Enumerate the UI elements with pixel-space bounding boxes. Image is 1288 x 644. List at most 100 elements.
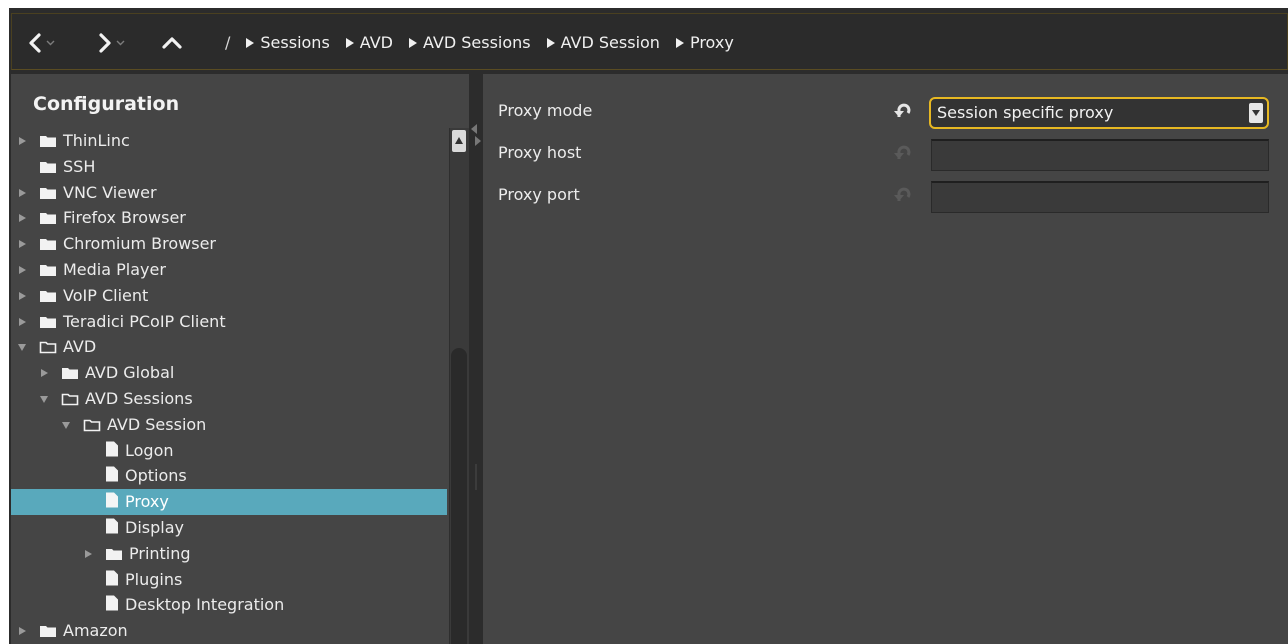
tree-item-label: VoIP Client (63, 286, 149, 305)
breadcrumb-item-avd-sessions[interactable]: AVD Sessions (408, 33, 531, 52)
triangle-right-icon (246, 37, 255, 48)
file-icon (106, 570, 118, 586)
forward-button[interactable] (98, 30, 125, 56)
tree-item-teradici-pcoip-client[interactable]: Teradici PCoIP Client (11, 309, 447, 335)
tree-item-printing[interactable]: Printing (11, 541, 447, 567)
tree-item-plugins[interactable]: Plugins (11, 567, 447, 593)
expander-collapsed-icon[interactable] (17, 188, 27, 198)
triangle-right-icon (546, 37, 555, 48)
folder-open-icon (83, 419, 101, 432)
expander-collapsed-icon[interactable] (17, 291, 27, 301)
tree-item-logon[interactable]: Logon (11, 438, 447, 464)
breadcrumb-label: AVD Sessions (422, 33, 531, 52)
file-icon (106, 441, 118, 457)
tree-item-firefox-browser[interactable]: Firefox Browser (11, 205, 447, 231)
folder-open-icon (61, 393, 79, 406)
tree-item-avd-session[interactable]: AVD Session (11, 412, 447, 438)
tree-item-label: Desktop Integration (125, 595, 285, 614)
tree-item-label: Logon (125, 441, 174, 460)
tree-item-avd-sessions[interactable]: AVD Sessions (11, 386, 447, 412)
breadcrumb-label: Proxy (689, 33, 734, 52)
proxy-mode-select[interactable]: Session specific proxy (929, 97, 1269, 129)
file-icon (106, 492, 118, 508)
proxy-mode-label: Proxy mode (498, 101, 593, 120)
proxy-port-row: Proxy port (483, 179, 1288, 213)
tree-item-options[interactable]: Options (11, 463, 447, 489)
folder-filled-icon (40, 626, 56, 637)
splitter-grip[interactable] (475, 464, 477, 490)
proxy-port-label: Proxy port (498, 185, 580, 204)
breadcrumb-item-avd-session[interactable]: AVD Session (546, 33, 660, 52)
proxy-port-input[interactable] (931, 181, 1269, 213)
scrollbar-thumb[interactable] (451, 348, 467, 644)
panel-splitter[interactable] (469, 74, 483, 644)
expander-expanded-icon[interactable] (39, 394, 49, 404)
triangle-right-icon (345, 37, 354, 48)
tree-item-avd[interactable]: AVD (11, 334, 447, 360)
tree-item-avd-global[interactable]: AVD Global (11, 360, 447, 386)
tree-item-label: Proxy (125, 492, 169, 511)
tree-item-label: SSH (63, 157, 96, 176)
folder-open-icon (39, 341, 57, 354)
expander-collapsed-icon[interactable] (17, 626, 27, 636)
breadcrumb-root[interactable]: / (225, 33, 230, 52)
dropdown-button[interactable] (1249, 103, 1263, 123)
breadcrumb-item-sessions[interactable]: Sessions (246, 33, 330, 52)
tree-item-media-player[interactable]: Media Player (11, 257, 447, 283)
expander-collapsed-icon[interactable] (17, 136, 27, 146)
reset-to-default-icon[interactable] (893, 102, 913, 120)
tree-item-ssh[interactable]: SSH (11, 154, 447, 180)
expand-right-icon[interactable] (475, 136, 481, 146)
proxy-host-row: Proxy host (483, 137, 1288, 171)
tree-item-label: AVD (63, 337, 97, 356)
expander-collapsed-icon[interactable] (17, 239, 27, 249)
back-button[interactable] (28, 30, 55, 56)
triangle-right-icon (675, 37, 684, 48)
tree-item-label: Options (125, 466, 187, 485)
tree-item-desktop-integration[interactable]: Desktop Integration (11, 592, 447, 618)
expander-expanded-icon[interactable] (61, 420, 71, 430)
tree-item-vnc-viewer[interactable]: VNC Viewer (11, 180, 447, 206)
file-icon (106, 466, 118, 482)
tree-item-amazon[interactable]: Amazon (11, 618, 447, 644)
file-icon (106, 595, 118, 611)
tree-item-chromium-browser[interactable]: Chromium Browser (11, 231, 447, 257)
chevron-down-icon (116, 40, 125, 46)
proxy-host-input[interactable] (931, 139, 1269, 171)
expander-collapsed-icon[interactable] (39, 368, 49, 378)
breadcrumb-item-avd[interactable]: AVD (345, 33, 393, 52)
navigation-bar: / Sessions AVD AVD Sessions AVD Session … (11, 13, 1288, 70)
app-window: / Sessions AVD AVD Sessions AVD Session … (9, 8, 1288, 644)
collapse-left-icon[interactable] (471, 124, 477, 134)
chevron-down-icon (46, 40, 55, 46)
expander-collapsed-icon[interactable] (17, 265, 27, 275)
expander-collapsed-icon[interactable] (83, 549, 93, 559)
folder-filled-icon (40, 213, 56, 224)
tree-item-label: AVD Sessions (85, 389, 193, 408)
tree-item-display[interactable]: Display (11, 515, 447, 541)
breadcrumb-item-proxy[interactable]: Proxy (675, 33, 734, 52)
tree-item-label: Amazon (63, 621, 128, 640)
up-button[interactable] (162, 30, 182, 56)
tree-scrollbar[interactable] (449, 128, 469, 644)
forward-arrow-icon (99, 33, 111, 53)
scroll-up-button[interactable] (452, 130, 466, 152)
folder-filled-icon (40, 265, 56, 276)
tree-item-label: Media Player (63, 260, 166, 279)
configuration-title: Configuration (33, 93, 180, 115)
up-arrow-icon (162, 37, 182, 49)
expander-collapsed-icon[interactable] (17, 317, 27, 327)
tree-item-label: Chromium Browser (63, 234, 217, 253)
settings-panel: Proxy mode Session specific proxy Proxy … (483, 74, 1288, 644)
folder-filled-icon (62, 368, 78, 379)
arrow-up-icon (455, 137, 463, 144)
file-icon (106, 518, 118, 534)
breadcrumb: / Sessions AVD AVD Sessions AVD Session … (225, 14, 750, 71)
tree-item-voip-client[interactable]: VoIP Client (11, 283, 447, 309)
expander-expanded-icon[interactable] (17, 342, 27, 352)
tree-item-thinlinc[interactable]: ThinLinc (11, 128, 447, 154)
folder-filled-icon (40, 291, 56, 302)
proxy-mode-row: Proxy mode Session specific proxy (483, 95, 1288, 129)
tree-item-proxy[interactable]: Proxy (11, 489, 447, 515)
expander-collapsed-icon[interactable] (17, 213, 27, 223)
